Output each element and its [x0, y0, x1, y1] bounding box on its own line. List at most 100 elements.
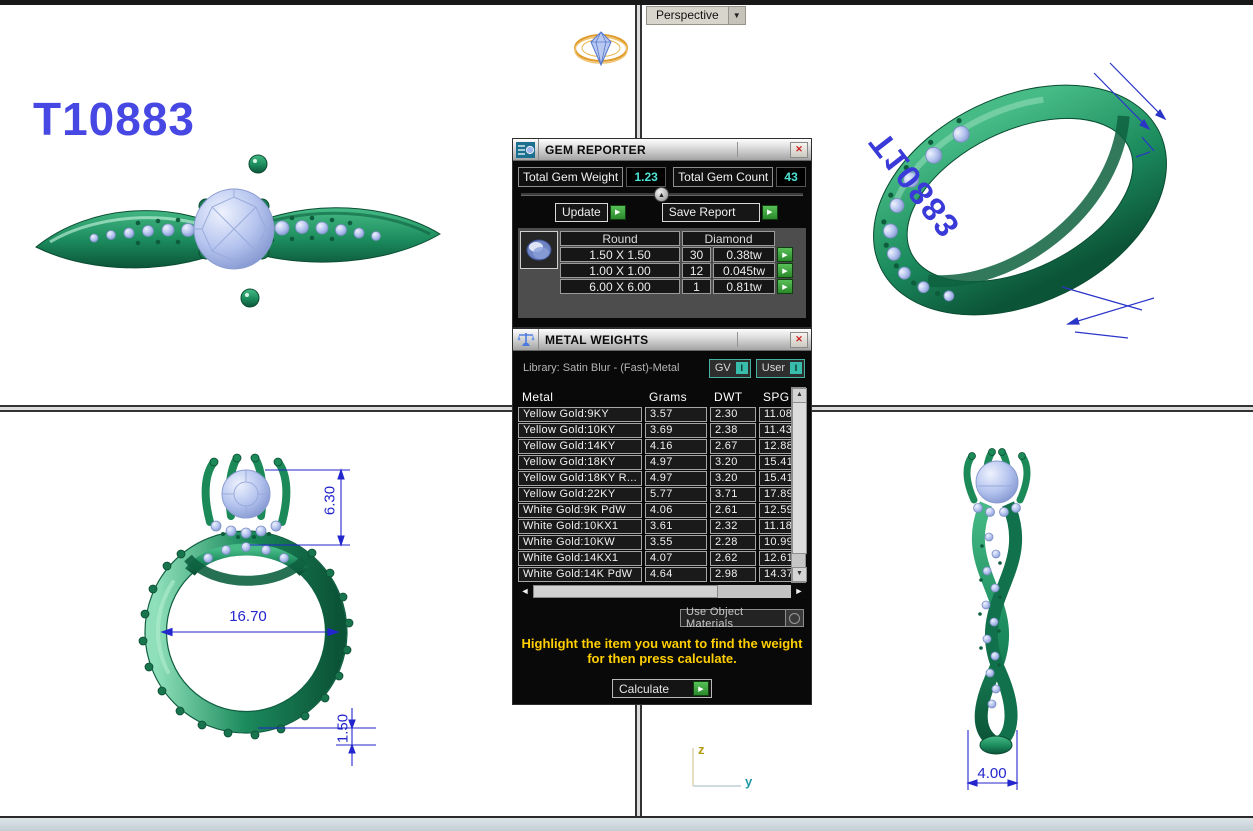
save-report-go-button[interactable]: ▶ — [762, 205, 778, 220]
user-toggle-button[interactable]: User I — [756, 359, 805, 378]
metal-table-row[interactable]: Yellow Gold:14KY4.162.6712.88 — [518, 439, 791, 454]
metal-table: Metal Grams DWT SPG Yellow Gold:9KY3.572… — [518, 387, 806, 583]
gem-table: Round Diamond 1.50 X 1.50300.38tw▶1.00 X… — [560, 231, 804, 315]
metal-cell-spg: 10.99 — [759, 535, 791, 550]
metal-cell-name: White Gold:14KX1 — [518, 551, 642, 566]
total-gem-weight-value: 1.23 — [626, 167, 666, 187]
hscroll-thumb[interactable] — [533, 585, 718, 598]
scroll-right-icon[interactable]: ► — [792, 585, 806, 598]
use-object-materials-row: Use Object Materials — [513, 609, 804, 627]
metal-weights-close-button[interactable]: ✕ — [790, 332, 808, 348]
metal-weights-title: METAL WEIGHTS — [539, 333, 790, 347]
metal-table-vscrollbar[interactable]: ▲ ▼ — [791, 387, 806, 583]
metal-cell-spg: 11.18 — [759, 519, 791, 534]
metal-table-row[interactable]: Yellow Gold:18KY4.973.2015.41 — [518, 455, 791, 470]
metal-table-row[interactable]: Yellow Gold:22KY5.773.7117.89 — [518, 487, 791, 502]
panel-collapse-slider[interactable]: ▲ — [521, 187, 803, 201]
metal-table-hscrollbar[interactable]: ◄ ► — [518, 584, 806, 599]
gem-table-row[interactable]: 1.00 X 1.00120.045tw▶ — [560, 263, 804, 278]
gv-toggle-button[interactable]: GV I — [709, 359, 751, 378]
instruction-text: Highlight the item you want to find the … — [513, 636, 811, 666]
gem-row-go-button[interactable]: ▶ — [777, 263, 793, 278]
metal-cell-spg: 12.61 — [759, 551, 791, 566]
metal-table-row[interactable]: White Gold:14K PdW4.642.9814.37 — [518, 567, 791, 582]
gem-reporter-icon — [513, 139, 539, 160]
uom-toggle-cell[interactable] — [785, 610, 803, 626]
gem-table-rows: 1.50 X 1.50300.38tw▶1.00 X 1.00120.045tw… — [560, 247, 804, 294]
gem-table-block: Round Diamond 1.50 X 1.50300.38tw▶1.00 X… — [518, 228, 806, 318]
dim-head-height: 6.30 — [322, 479, 339, 523]
update-go-button[interactable]: ▶ — [610, 205, 626, 220]
user-toggle-state[interactable]: I — [790, 362, 802, 374]
scroll-up-icon[interactable]: ▲ — [792, 388, 807, 403]
metal-cell-name: Yellow Gold:18KY R... — [518, 471, 642, 486]
instruction-line2: for then press calculate. — [513, 651, 811, 666]
metal-table-header: Metal Grams DWT SPG — [518, 387, 791, 407]
metal-cell-dwt: 2.61 — [710, 503, 756, 518]
gem-cell-weight: 0.81tw — [713, 279, 775, 294]
metal-cell-dwt: 2.28 — [710, 535, 756, 550]
gem-type-header: Diamond — [682, 231, 775, 246]
gem-shape-icon[interactable] — [520, 231, 558, 269]
metal-cell-dwt: 2.98 — [710, 567, 756, 582]
gem-row-go-button[interactable]: ▶ — [777, 279, 793, 294]
metal-cell-grams: 4.97 — [645, 455, 707, 470]
metal-table-row[interactable]: Yellow Gold:18KY R...4.973.2015.41 — [518, 471, 791, 486]
gem-cell-count: 12 — [682, 263, 711, 278]
metal-table-row[interactable]: White Gold:14KX14.072.6212.61 — [518, 551, 791, 566]
metal-cell-name: White Gold:9K PdW — [518, 503, 642, 518]
metal-cell-grams: 4.07 — [645, 551, 707, 566]
col-grams[interactable]: Grams — [645, 390, 707, 404]
gem-reporter-close-button[interactable]: ✕ — [790, 142, 808, 158]
metal-table-row[interactable]: Yellow Gold:9KY3.572.3011.08 — [518, 407, 791, 422]
viewport-title-label[interactable]: Perspective — [646, 6, 729, 25]
metal-table-row[interactable]: White Gold:10KW3.552.2810.99 — [518, 535, 791, 550]
hscroll-track[interactable] — [533, 585, 791, 598]
metal-cell-grams: 5.77 — [645, 487, 707, 502]
metal-cell-grams: 3.57 — [645, 407, 707, 422]
metal-cell-name: Yellow Gold:14KY — [518, 439, 642, 454]
scroll-down-icon[interactable]: ▼ — [792, 567, 807, 582]
vscroll-thumb[interactable] — [792, 402, 807, 554]
viewport-title-tab[interactable]: Perspective ▼ — [646, 6, 746, 25]
viewport-dropdown-arrow-icon[interactable]: ▼ — [729, 6, 746, 25]
metal-table-body: Yellow Gold:9KY3.572.3011.08Yellow Gold:… — [518, 407, 791, 582]
update-button[interactable]: Update — [555, 203, 608, 222]
col-dwt[interactable]: DWT — [710, 390, 756, 404]
gem-reporter-titlebar[interactable]: GEM REPORTER ✕ — [513, 139, 811, 161]
metal-weights-icon — [513, 329, 539, 350]
gem-shape-header: Round — [560, 231, 680, 246]
calculate-button[interactable]: Calculate ▶ — [612, 679, 712, 698]
collapse-knob-icon[interactable]: ▲ — [654, 187, 669, 202]
metal-table-row[interactable]: White Gold:9K PdW4.062.6112.59 — [518, 503, 791, 518]
scroll-left-icon[interactable]: ◄ — [518, 585, 532, 598]
metal-table-row[interactable]: Yellow Gold:10KY3.692.3811.43 — [518, 423, 791, 438]
metal-cell-grams: 3.69 — [645, 423, 707, 438]
gem-table-row[interactable]: 1.50 X 1.50300.38tw▶ — [560, 247, 804, 262]
gem-cell-size: 1.00 X 1.00 — [560, 263, 680, 278]
gem-table-row[interactable]: 6.00 X 6.0010.81tw▶ — [560, 279, 804, 294]
calculate-row: Calculate ▶ — [513, 679, 811, 698]
metal-cell-name: Yellow Gold:10KY — [518, 423, 642, 438]
metal-cell-name: Yellow Gold:9KY — [518, 407, 642, 422]
metal-cell-spg: 14.37 — [759, 567, 791, 582]
metal-cell-dwt: 2.67 — [710, 439, 756, 454]
uom-circle-icon — [789, 613, 800, 624]
use-object-materials-label: Use Object Materials — [686, 606, 785, 630]
calculate-label: Calculate — [619, 682, 693, 696]
gem-row-go-button[interactable]: ▶ — [777, 247, 793, 262]
col-spg[interactable]: SPG — [759, 390, 791, 404]
metal-cell-dwt: 2.30 — [710, 407, 756, 422]
use-object-materials-dropdown[interactable]: Use Object Materials — [680, 609, 804, 627]
gv-toggle-state[interactable]: I — [736, 362, 748, 374]
metal-cell-grams: 3.55 — [645, 535, 707, 550]
metal-cell-spg: 17.89 — [759, 487, 791, 502]
metal-cell-spg: 12.88 — [759, 439, 791, 454]
calculate-go-button[interactable]: ▶ — [693, 681, 709, 696]
user-label: User — [762, 362, 785, 374]
save-report-button[interactable]: Save Report — [662, 203, 760, 222]
gem-reporter-panel: GEM REPORTER ✕ Total Gem Weight 1.23 Tot… — [512, 138, 812, 328]
col-metal[interactable]: Metal — [518, 390, 642, 404]
metal-table-row[interactable]: White Gold:10KX13.612.3211.18 — [518, 519, 791, 534]
metal-weights-titlebar[interactable]: METAL WEIGHTS ✕ — [513, 329, 811, 351]
